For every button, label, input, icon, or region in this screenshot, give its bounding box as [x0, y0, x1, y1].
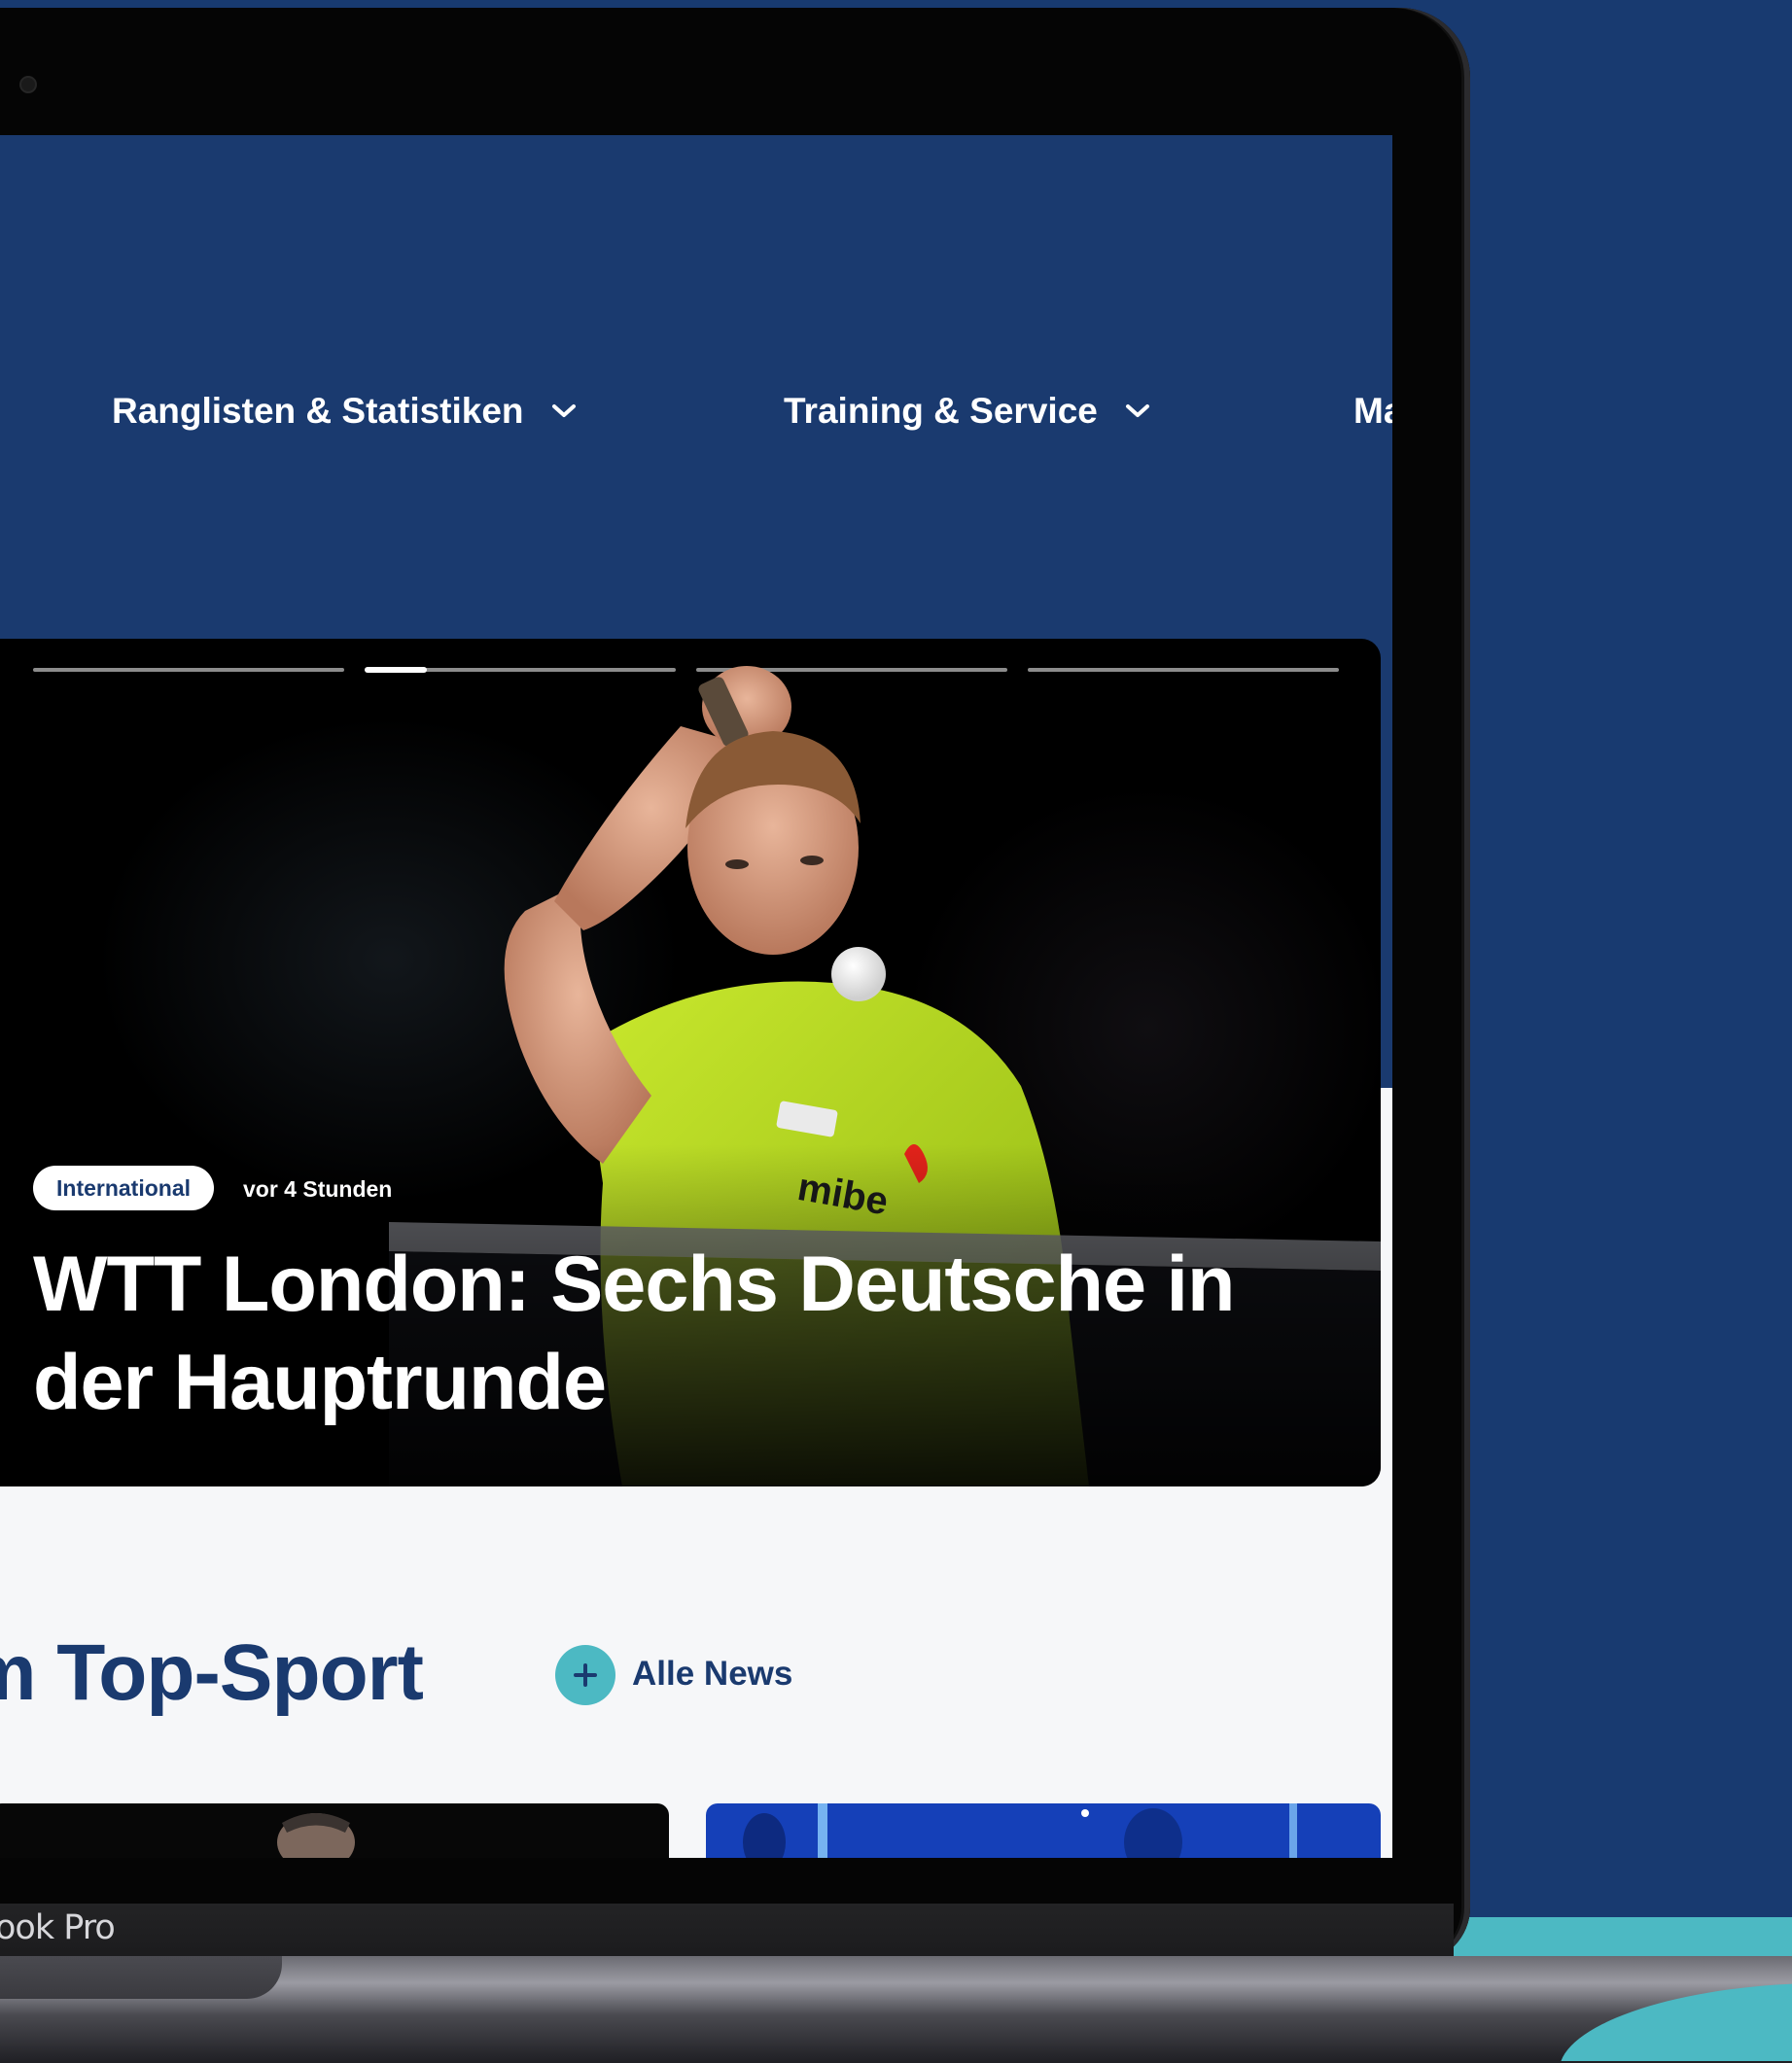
hero-headline[interactable]: WTT London: Sechs Deutsche in der Hauptr…	[33, 1236, 1317, 1432]
nav-item-ma[interactable]: Ma	[1353, 391, 1392, 432]
news-card-image	[277, 1813, 355, 1858]
all-news-button[interactable]	[555, 1645, 615, 1705]
webcam-icon	[19, 76, 37, 93]
nav-item-training[interactable]: Training & Service	[784, 391, 1150, 432]
plus-icon	[574, 1663, 597, 1687]
all-news-link[interactable]: Alle News	[632, 1655, 792, 1694]
nav-item-label: Ma	[1353, 391, 1392, 431]
laptop-base-notch	[0, 1956, 282, 1999]
section-title: em Top-Sport	[0, 1628, 424, 1717]
chevron-down-icon	[551, 404, 576, 417]
chevron-down-icon	[1125, 404, 1149, 417]
nav-item-label: Ranglisten & Statistiken	[112, 391, 524, 431]
browser-viewport: Ranglisten & Statistiken Training & Serv…	[0, 135, 1392, 1858]
news-card[interactable]	[706, 1803, 1381, 1858]
nav-item-ranglisten[interactable]: Ranglisten & Statistiken	[112, 391, 577, 432]
category-badge[interactable]: International	[33, 1166, 215, 1210]
timestamp: vor 4 Stunden	[243, 1176, 393, 1202]
news-card-image	[743, 1803, 1297, 1858]
nav-item-label: Training & Service	[784, 391, 1098, 431]
laptop-brand-label: Book Pro	[0, 1908, 116, 1947]
hero-carousel[interactable]: mibe International vor 4 Stunden WTT Lon…	[0, 639, 1381, 1486]
laptop-bottom-bezel	[0, 1904, 1454, 1960]
news-card[interactable]	[0, 1803, 669, 1858]
